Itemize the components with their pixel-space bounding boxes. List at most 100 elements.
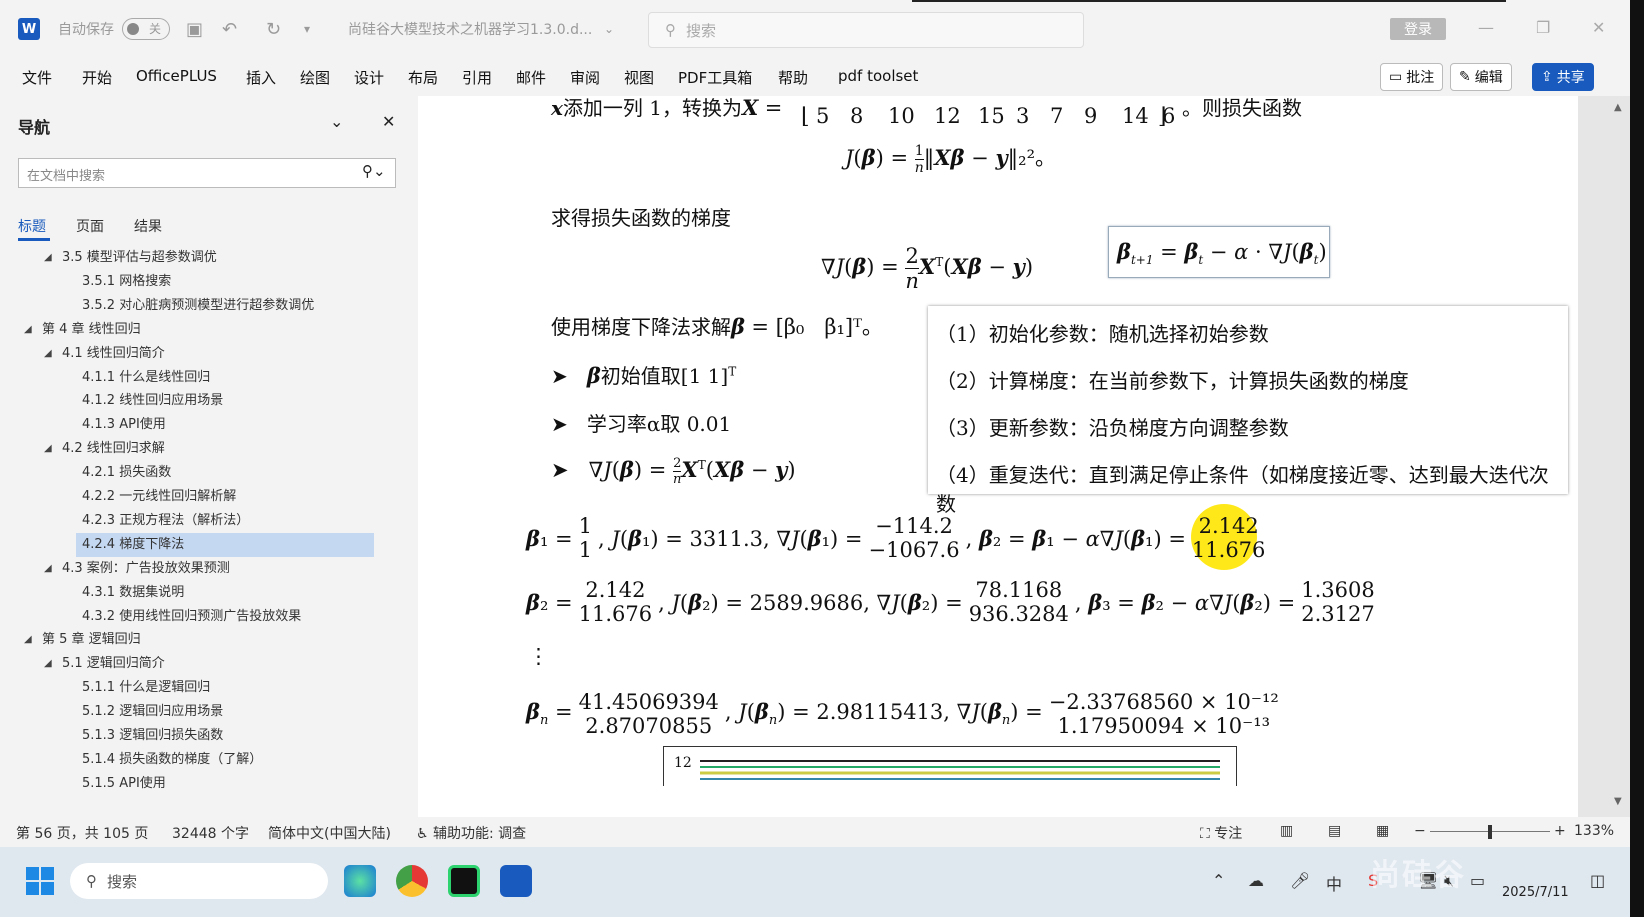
nav-heading-item[interactable]: 4.2.4 梯度下降法 bbox=[76, 532, 374, 557]
menu-item[interactable]: 视图 bbox=[624, 67, 654, 88]
menu-item[interactable]: 引用 bbox=[462, 67, 492, 88]
undo-icon[interactable]: ↶ bbox=[222, 0, 237, 58]
login-button[interactable]: 登录 bbox=[1390, 18, 1446, 40]
web-layout-icon[interactable]: ▦ bbox=[1376, 823, 1389, 839]
iteration-2: β₂ = 2.142 11.676 , J(β₂) = 2589.9686, ∇J… bbox=[526, 578, 1375, 626]
edit-button[interactable]: ✎ 编辑 bbox=[1450, 63, 1512, 91]
menu-item[interactable]: 帮助 bbox=[778, 67, 808, 88]
language-indicator[interactable]: 简体中文(中国大陆) bbox=[268, 823, 391, 843]
nav-heading-item[interactable]: 4.2.3 正规方程法（解析法） bbox=[76, 509, 249, 533]
save-icon[interactable]: ▣ bbox=[186, 0, 203, 58]
nav-heading-item[interactable]: 4.3 案例：广告投放效果预测 bbox=[56, 557, 230, 581]
nav-heading-item[interactable]: 5.1.5 API使用 bbox=[76, 772, 166, 796]
expand-arrow-icon[interactable]: ◢ bbox=[44, 348, 52, 359]
nav-tab[interactable]: 页面 bbox=[76, 216, 104, 236]
zoom-slider-thumb[interactable] bbox=[1488, 825, 1492, 839]
battery-icon[interactable]: ▭ bbox=[1470, 871, 1485, 890]
loss-formula: J(β) = 1 n ‖Xβ − y‖₂²。 bbox=[845, 143, 1056, 176]
expand-arrow-icon[interactable]: ◢ bbox=[24, 324, 32, 335]
microphone-icon[interactable]: 🎤︎ bbox=[1290, 871, 1310, 890]
nav-heading-item[interactable]: 4.1.2 线性回归应用场景 bbox=[76, 389, 223, 413]
input-method-icon[interactable]: 中 bbox=[1326, 871, 1342, 895]
onedrive-icon[interactable]: ☁ bbox=[1248, 871, 1264, 890]
nav-heading-item[interactable]: 第 4 章 线性回归 bbox=[36, 318, 141, 342]
print-layout-icon[interactable]: ▤ bbox=[1328, 823, 1341, 839]
vertical-ellipsis: ⋮ bbox=[528, 644, 549, 668]
nav-close-icon[interactable]: ✕ bbox=[382, 112, 395, 131]
accessibility-status[interactable]: ♿ 辅助功能: 调查 bbox=[416, 823, 526, 843]
nav-heading-item[interactable]: 4.2.2 一元线性回归解析解 bbox=[76, 485, 236, 509]
nav-heading-item[interactable]: 第 5 章 逻辑回归 bbox=[36, 628, 141, 652]
nav-heading-item[interactable]: 5.1.2 逻辑回归应用场景 bbox=[76, 700, 223, 724]
zoom-level[interactable]: 133% bbox=[1574, 823, 1614, 839]
zoom-in-icon[interactable]: + bbox=[1554, 823, 1566, 839]
nav-heading-item[interactable]: 4.1 线性回归简介 bbox=[56, 342, 165, 366]
expand-arrow-icon[interactable]: ◢ bbox=[44, 563, 52, 574]
word-count[interactable]: 32448 个字 bbox=[172, 823, 249, 843]
scroll-up-icon[interactable]: ▲ bbox=[1614, 102, 1622, 113]
restore-icon[interactable]: ❐ bbox=[1536, 18, 1550, 37]
share-button[interactable]: ⇪ 共享 bbox=[1532, 63, 1594, 91]
zoom-out-icon[interactable]: − bbox=[1414, 823, 1426, 839]
nav-heading-item[interactable]: 5.1 逻辑回归简介 bbox=[56, 652, 165, 676]
menu-item[interactable]: 布局 bbox=[408, 67, 438, 88]
windows-start-icon[interactable] bbox=[26, 867, 54, 895]
tray-chevron-icon[interactable]: ⌃ bbox=[1212, 871, 1225, 890]
document-title[interactable]: 尚硅谷大模型技术之机器学习1.3.0.d... bbox=[348, 0, 592, 58]
nav-heading-item[interactable]: 4.3.1 数据集说明 bbox=[76, 581, 184, 605]
title-search-input[interactable]: ⚲ 搜索 bbox=[648, 12, 1084, 48]
notification-icon[interactable]: ◫ bbox=[1590, 871, 1605, 890]
comment-button[interactable]: ▭ 批注 bbox=[1380, 63, 1444, 91]
edge-icon[interactable] bbox=[344, 865, 376, 897]
document-area[interactable]: x添加一列 1，转换为X = ⌊ 5 8 10 12 15 3 7 9 14 6 ⌋ 。则损失函数… bbox=[418, 96, 1630, 817]
menu-item[interactable]: 邮件 bbox=[516, 67, 546, 88]
nav-heading-item[interactable]: 4.3.2 使用线性回归预测广告投放效果 bbox=[76, 605, 301, 629]
scroll-down-icon[interactable]: ▼ bbox=[1614, 796, 1622, 807]
redo-icon[interactable]: ↻ bbox=[266, 0, 281, 58]
menu-item[interactable]: pdf toolset bbox=[838, 67, 918, 85]
menu-item[interactable]: 绘图 bbox=[300, 67, 330, 88]
word-taskbar-icon[interactable] bbox=[500, 865, 532, 897]
menu-item[interactable]: 文件 bbox=[22, 67, 52, 88]
expand-arrow-icon[interactable]: ◢ bbox=[44, 443, 52, 454]
nav-tab[interactable]: 标题 bbox=[18, 216, 46, 236]
expand-arrow-icon[interactable]: ◢ bbox=[44, 658, 52, 669]
matrix-cell: 8 bbox=[850, 104, 864, 128]
nav-heading-item[interactable]: 4.2.1 损失函数 bbox=[76, 461, 171, 485]
search-icon[interactable]: ⚲⌄ bbox=[362, 162, 386, 180]
expand-arrow-icon[interactable]: ◢ bbox=[44, 252, 52, 263]
expand-arrow-icon[interactable]: ◢ bbox=[24, 634, 32, 645]
nav-heading-item[interactable]: 3.5.1 网格搜索 bbox=[76, 270, 171, 294]
nav-tab[interactable]: 结果 bbox=[134, 216, 162, 236]
nav-heading-item[interactable]: 4.1.1 什么是线性回归 bbox=[76, 366, 210, 390]
nav-heading-item[interactable]: 4.1.3 API使用 bbox=[76, 413, 166, 437]
customize-qat-icon[interactable]: ▾ bbox=[304, 0, 310, 58]
nav-heading-item[interactable]: 5.1.1 什么是逻辑回归 bbox=[76, 676, 210, 700]
menu-item[interactable]: 插入 bbox=[246, 67, 276, 88]
nav-heading-item[interactable]: 5.1.3 逻辑回归损失函数 bbox=[76, 724, 223, 748]
menu-item[interactable]: 开始 bbox=[82, 67, 112, 88]
minimize-icon[interactable]: — bbox=[1478, 18, 1494, 37]
taskbar-search[interactable]: ⚲ 搜索 bbox=[70, 863, 328, 899]
menu-item[interactable]: 设计 bbox=[354, 67, 384, 88]
nav-heading-item[interactable]: 5.1.4 损失函数的梯度（了解） bbox=[76, 748, 262, 772]
nav-collapse-icon[interactable]: ⌄ bbox=[330, 112, 343, 131]
chrome-icon[interactable] bbox=[396, 865, 428, 897]
pycharm-icon[interactable] bbox=[448, 865, 480, 897]
menu-item[interactable]: OfficePLUS bbox=[136, 67, 217, 85]
chevron-down-icon[interactable]: ⌄ bbox=[604, 0, 614, 58]
autosave-control[interactable]: 自动保存 关 bbox=[58, 0, 178, 58]
page-count[interactable]: 第 56 页，共 105 页 bbox=[16, 823, 148, 843]
autosave-toggle[interactable]: 关 bbox=[122, 18, 170, 40]
close-window-icon[interactable]: ✕ bbox=[1592, 18, 1605, 37]
nav-search-input[interactable]: 在文档中搜索 bbox=[18, 158, 396, 188]
menu-item[interactable]: PDF工具箱 bbox=[678, 67, 752, 88]
taskbar-date[interactable]: 2025/7/11 bbox=[1502, 885, 1569, 900]
nav-heading-item[interactable]: 4.2 线性回归求解 bbox=[56, 437, 165, 461]
nav-heading-item[interactable]: 3.5.2 对心脏病预测模型进行超参数调优 bbox=[76, 294, 314, 318]
read-mode-icon[interactable]: ▥ bbox=[1280, 823, 1293, 839]
menu-item[interactable]: 审阅 bbox=[570, 67, 600, 88]
nav-heading-item[interactable]: 3.5 模型评估与超参数调优 bbox=[56, 246, 217, 270]
matrix-bracket: ⌊ bbox=[801, 104, 810, 129]
focus-mode[interactable]: ⛶ 专注 bbox=[1200, 823, 1242, 843]
